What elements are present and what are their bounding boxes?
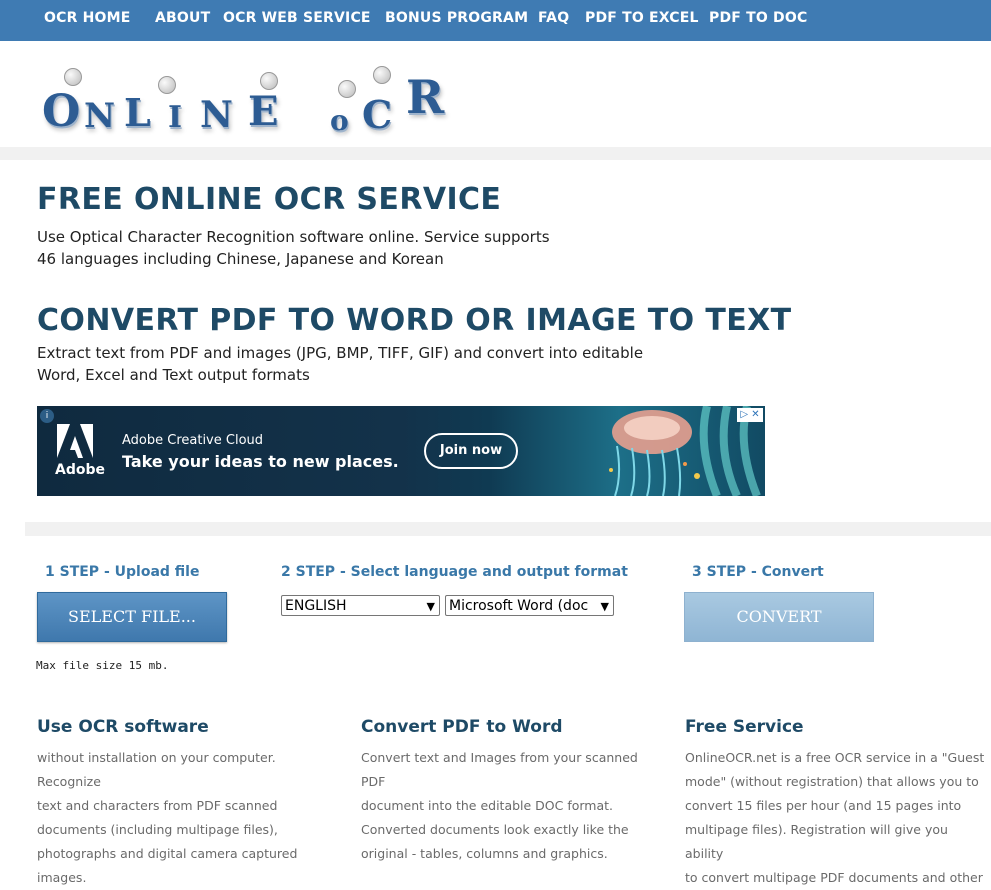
divider — [25, 522, 991, 536]
max-file-size-note: Max file size 15 mb. — [36, 659, 169, 672]
lightbulb-figure-icon — [373, 66, 391, 84]
chevron-down-icon: ▼ — [600, 600, 609, 613]
site-logo[interactable]: O N L I N E o C R — [40, 66, 460, 140]
column-heading-free-service: Free Service — [685, 717, 804, 737]
service-description: Use Optical Character Recognition softwa… — [37, 228, 550, 268]
column-heading-ocr-software: Use OCR software — [37, 717, 209, 737]
nav-ocr-home[interactable]: OCR HOME — [44, 10, 131, 26]
convert-button[interactable]: CONVERT — [684, 592, 874, 642]
ad-close-icon[interactable]: ▷ ✕ — [737, 408, 763, 422]
lightbulb-figure-icon — [338, 80, 356, 98]
column-text-ocr-software: without installation on your computer. R… — [37, 750, 298, 885]
adobe-logo: Adobe — [55, 424, 105, 482]
nav-pdf-to-excel[interactable]: PDF TO EXCEL — [585, 10, 699, 26]
column-heading-pdf-to-word: Convert PDF to Word — [361, 717, 563, 737]
top-nav: OCR HOME ABOUT OCR WEB SERVICE BONUS PRO… — [0, 0, 991, 41]
divider — [0, 147, 991, 160]
ad-info-icon[interactable]: i — [40, 409, 54, 423]
lightbulb-figure-icon — [158, 76, 176, 94]
column-text-pdf-to-word: Convert text and Images from your scanne… — [361, 750, 638, 861]
convert-heading: CONVERT PDF TO WORD OR IMAGE TO TEXT — [37, 303, 792, 338]
step3-label: 3 STEP - Convert — [692, 564, 824, 580]
ad-join-button[interactable]: Join now — [424, 433, 518, 469]
adobe-logo-icon — [57, 424, 93, 458]
step1-label: 1 STEP - Upload file — [45, 564, 200, 580]
nav-ocr-web-service[interactable]: OCR WEB SERVICE — [223, 10, 371, 26]
ad-line2: Take your ideas to new places. — [122, 452, 399, 471]
ad-banner[interactable]: i Adobe Adobe Creative Cloud Take your i… — [37, 406, 765, 496]
page-title: FREE ONLINE OCR SERVICE — [37, 182, 502, 217]
step2-label: 2 STEP - Select language and output form… — [281, 564, 628, 580]
nav-bonus-program[interactable]: BONUS PROGRAM — [385, 10, 528, 26]
select-file-button[interactable]: SELECT FILE... — [37, 592, 227, 642]
nav-about[interactable]: ABOUT — [155, 10, 210, 26]
output-format-select[interactable]: Microsoft Word (doc ▼ — [445, 595, 614, 616]
lightbulb-figure-icon — [64, 68, 82, 86]
language-select[interactable]: ENGLISH ▼ — [281, 595, 440, 616]
column-text-free-service: OnlineOCR.net is a free OCR service in a… — [685, 750, 985, 885]
ad-line1: Adobe Creative Cloud — [122, 433, 264, 448]
chevron-down-icon: ▼ — [426, 600, 435, 613]
nav-faq[interactable]: FAQ — [538, 10, 569, 26]
convert-description: Extract text from PDF and images (JPG, B… — [37, 344, 644, 384]
nav-pdf-to-doc[interactable]: PDF TO DOC — [709, 10, 807, 26]
